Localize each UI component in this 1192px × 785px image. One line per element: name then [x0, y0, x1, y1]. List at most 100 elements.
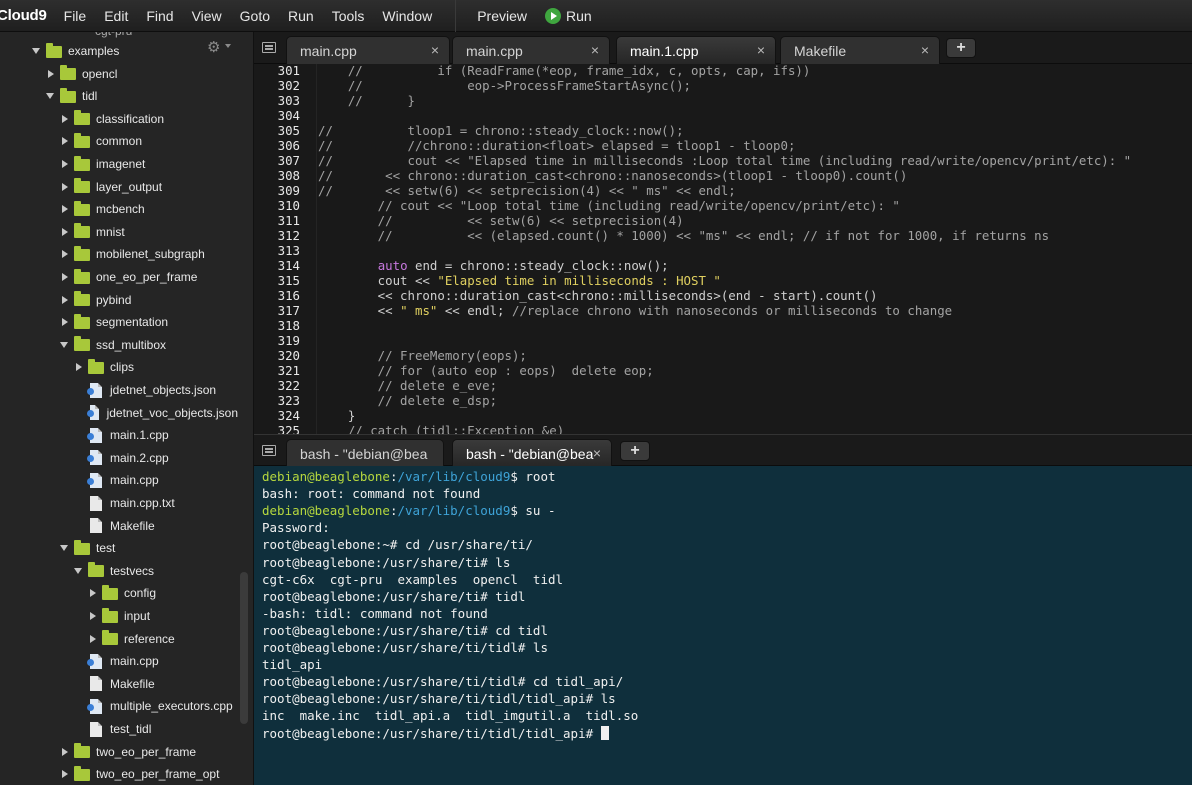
- expand-closed-icon[interactable]: [62, 770, 68, 779]
- tree-folder[interactable]: two_eo_per_frame: [0, 741, 238, 763]
- tree-folder[interactable]: layer_output: [0, 176, 238, 198]
- tab-bash-2[interactable]: bash - "debian@bea ×: [452, 439, 612, 467]
- tab-main-cpp-1[interactable]: main.cpp ×: [286, 36, 450, 64]
- tree-file[interactable]: main.2.cpp: [0, 447, 238, 469]
- code-token: // }: [318, 93, 415, 108]
- expand-closed-icon[interactable]: [62, 295, 68, 304]
- tree-folder[interactable]: segmentation: [0, 311, 238, 333]
- tree-folder[interactable]: classification: [0, 108, 238, 130]
- menu-tools[interactable]: Tools: [323, 0, 374, 32]
- menu-file[interactable]: File: [55, 0, 96, 32]
- expand-closed-icon[interactable]: [62, 250, 68, 259]
- tree-folder[interactable]: imagenet: [0, 153, 238, 175]
- expand-open-icon[interactable]: [32, 48, 40, 54]
- tree-folder[interactable]: two_eo_per_frame_opt: [0, 763, 238, 785]
- line-number: 315: [277, 273, 300, 288]
- tree-folder[interactable]: common: [0, 130, 238, 152]
- run-button[interactable]: Run: [536, 7, 601, 24]
- terminal[interactable]: debian@beaglebone:/var/lib/cloud9$ root b…: [254, 466, 1192, 785]
- tree-folder[interactable]: testvecs: [0, 560, 238, 582]
- add-tab-button[interactable]: +: [946, 38, 976, 58]
- menu-goto[interactable]: Goto: [231, 0, 279, 32]
- close-icon[interactable]: ×: [921, 42, 929, 58]
- code-token: }: [318, 408, 356, 423]
- code-token: // cout << "Elapsed time in milliseconds…: [318, 153, 1132, 168]
- expand-open-icon[interactable]: [60, 341, 68, 348]
- close-icon[interactable]: ×: [757, 42, 765, 58]
- menu-window[interactable]: Window: [373, 0, 441, 32]
- code-editor[interactable]: 301 // if (ReadFrame(*eop, frame_idx, c,…: [254, 64, 1192, 434]
- expand-closed-icon[interactable]: [90, 634, 96, 643]
- expand-closed-icon[interactable]: [90, 612, 96, 620]
- preview-button[interactable]: Preview: [468, 8, 536, 24]
- expand-closed-icon[interactable]: [62, 227, 68, 236]
- tab-makefile[interactable]: Makefile ×: [780, 36, 940, 64]
- tab-menu-icon[interactable]: [262, 445, 276, 456]
- tree-item-label: input: [124, 609, 151, 623]
- tree-file[interactable]: test_tidl: [0, 718, 238, 740]
- folder-icon: [60, 87, 76, 103]
- tree-folder[interactable]: mcbench: [0, 198, 238, 220]
- tab-bash-1[interactable]: bash - "debian@bea: [286, 439, 444, 467]
- close-icon[interactable]: ×: [591, 42, 599, 58]
- code-text: // }: [318, 93, 415, 108]
- tree-folder[interactable]: ssd_multibox: [0, 334, 238, 356]
- menu-run[interactable]: Run: [279, 0, 323, 32]
- tree-folder[interactable]: config: [0, 582, 238, 604]
- tree-folder[interactable]: pybind: [0, 289, 238, 311]
- code-text: // << setw(6) << setprecision(4): [318, 213, 684, 228]
- tree-cut-item[interactable]: cgt-pru: [95, 32, 132, 38]
- tree-file[interactable]: multiple_executors.cpp: [0, 695, 238, 717]
- expand-closed-icon[interactable]: [62, 137, 68, 146]
- expand-open-icon[interactable]: [60, 545, 68, 552]
- menu-edit[interactable]: Edit: [95, 0, 137, 32]
- tab-main-cpp-2[interactable]: main.cpp ×: [452, 36, 610, 64]
- tree-folder[interactable]: examples: [0, 40, 238, 62]
- tree-file[interactable]: main.1.cpp: [0, 424, 238, 446]
- expand-closed-icon[interactable]: [90, 589, 96, 598]
- expand-closed-icon[interactable]: [48, 69, 54, 78]
- tree-item-label: layer_output: [96, 179, 163, 194]
- tree-file[interactable]: Makefile: [0, 515, 238, 537]
- expand-closed-icon[interactable]: [62, 114, 68, 123]
- tree-folder[interactable]: mobilenet_subgraph: [0, 243, 238, 265]
- tree-folder[interactable]: tidl: [0, 85, 238, 107]
- run-label: Run: [565, 7, 592, 24]
- line-number: 318: [277, 318, 300, 333]
- code-text: // << setw(6) << setprecision(4) << " ms…: [318, 183, 736, 198]
- tree-folder[interactable]: input: [0, 605, 238, 627]
- tree-file[interactable]: main.cpp: [0, 469, 238, 491]
- expand-closed-icon[interactable]: [62, 182, 68, 191]
- tab-menu-icon[interactable]: [262, 42, 276, 53]
- add-tab-button[interactable]: +: [620, 441, 650, 461]
- app-brand[interactable]: Cloud9: [0, 7, 55, 24]
- tree-file[interactable]: Makefile: [0, 673, 238, 695]
- expand-closed-icon[interactable]: [62, 318, 68, 327]
- tree-folder[interactable]: test: [0, 537, 238, 559]
- expand-closed-icon[interactable]: [62, 205, 68, 214]
- menu-view[interactable]: View: [183, 0, 231, 32]
- menu-find[interactable]: Find: [137, 0, 182, 32]
- sidebar-scrollbar[interactable]: [240, 572, 248, 724]
- tree-folder[interactable]: reference: [0, 628, 238, 650]
- expand-open-icon[interactable]: [74, 567, 82, 574]
- tree-folder[interactable]: mnist: [0, 221, 238, 243]
- expand-open-icon[interactable]: [46, 93, 54, 100]
- close-icon[interactable]: ×: [431, 42, 439, 58]
- tree-file[interactable]: main.cpp.txt: [0, 492, 238, 514]
- tab-main-1-cpp[interactable]: main.1.cpp ×: [616, 36, 776, 64]
- tree-folder[interactable]: one_eo_per_frame: [0, 266, 238, 288]
- tree-file[interactable]: jdetnet_objects.json: [0, 379, 238, 401]
- expand-closed-icon[interactable]: [62, 160, 68, 168]
- tree-folder[interactable]: clips: [0, 356, 238, 378]
- tree-folder[interactable]: opencl: [0, 63, 238, 85]
- expand-closed-icon[interactable]: [62, 747, 68, 756]
- close-icon[interactable]: ×: [593, 445, 601, 461]
- tree-file[interactable]: main.cpp: [0, 650, 238, 672]
- tree-file[interactable]: jdetnet_voc_objects.json: [0, 402, 238, 424]
- terminal-line: Password:: [262, 519, 330, 536]
- expand-closed-icon[interactable]: [76, 363, 82, 372]
- editor-tab-bar: main.cpp × main.cpp × main.1.cpp × Makef…: [254, 32, 1192, 64]
- expand-closed-icon[interactable]: [62, 273, 68, 281]
- line-number: 306: [277, 138, 300, 153]
